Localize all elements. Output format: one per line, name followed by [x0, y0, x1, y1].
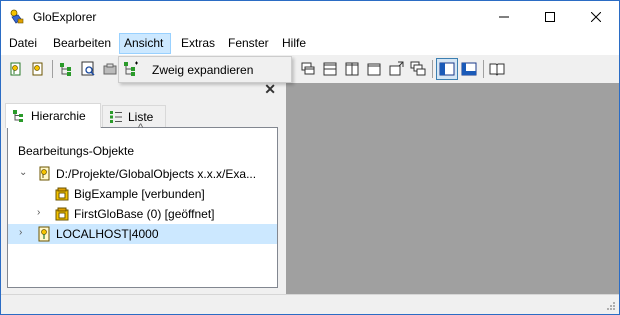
menu-datei[interactable]: Datei: [5, 33, 41, 54]
app-icon: [10, 9, 24, 24]
toolbar: [1, 55, 619, 83]
minimize-button[interactable]: [481, 1, 527, 33]
toolbar-separator: [432, 60, 433, 78]
toolbar-windows-button[interactable]: [407, 58, 429, 80]
sort-caret-icon: ^: [138, 122, 144, 134]
tree-node-label: LOCALHOST|4000: [56, 227, 159, 241]
chevron-right-icon[interactable]: ›: [37, 207, 40, 218]
list-icon: [110, 110, 122, 123]
cascade-icon: [301, 62, 315, 75]
database-icon: [55, 207, 69, 221]
tree-node-project[interactable]: ⌄ D:/Projekte/GlobalObjects x.x.x/Exa...: [8, 164, 277, 184]
minimize-icon: [499, 16, 509, 18]
book-icon: [489, 63, 505, 76]
tile-vertical-icon: [345, 62, 359, 76]
toolbar-show-bottom-panel-button[interactable]: [458, 58, 480, 80]
server-icon: [38, 226, 50, 242]
open-base-icon: [10, 62, 21, 76]
tree-node-label: BigExample [verbunden]: [74, 187, 205, 201]
menu-bearbeiten[interactable]: Bearbeiten: [49, 33, 115, 54]
database-icon: [55, 187, 69, 201]
new-window-icon: [367, 63, 381, 76]
toolbar-open-base-button[interactable]: [5, 58, 27, 80]
tab-hierarchie[interactable]: Hierarchie: [5, 103, 101, 128]
menu-bar: Datei Bearbeiten Ansicht Extras Fenster …: [1, 33, 619, 55]
menu-ansicht[interactable]: Ansicht: [119, 33, 171, 54]
window-title: GloExplorer: [33, 10, 97, 24]
panel-bottom-icon: [461, 62, 477, 76]
app-window: GloExplorer Datei Bearbeiten Ansicht Ext…: [0, 0, 620, 315]
close-base-icon: [32, 62, 43, 76]
panel-left-icon: [439, 62, 455, 76]
tools-icon: [103, 63, 117, 75]
tree-icon: [60, 63, 71, 76]
windows-icon: [410, 61, 426, 76]
close-icon: [591, 12, 601, 22]
toolbar-new-window-button[interactable]: [363, 58, 385, 80]
object-tree[interactable]: ^ Bearbeitungs-Objekte ⌄ D:/Projekte/Glo…: [7, 122, 278, 288]
tree-node-firstglobase[interactable]: › FirstGloBase (0) [geöffnet]: [8, 204, 277, 224]
menu-extras[interactable]: Extras: [177, 33, 219, 54]
hierarchy-icon: [13, 110, 23, 122]
mdi-client-area[interactable]: [286, 83, 619, 294]
expand-branch-icon: [124, 61, 138, 76]
toolbar-help-button[interactable]: [486, 58, 508, 80]
chevron-down-icon[interactable]: ⌄: [19, 167, 27, 178]
toolbar-preview-button[interactable]: [77, 58, 99, 80]
ansicht-dropdown-menu: Zweig expandieren: [118, 56, 292, 83]
close-button[interactable]: [573, 1, 619, 33]
toolbar-tile-vertical-button[interactable]: [341, 58, 363, 80]
tab-liste[interactable]: Liste: [102, 105, 166, 127]
tree-node-localhost[interactable]: › LOCALHOST|4000: [8, 224, 277, 244]
tree-node-bigexample[interactable]: BigExample [verbunden]: [8, 184, 277, 204]
chevron-right-icon[interactable]: ›: [19, 227, 22, 238]
project-file-icon: [39, 166, 50, 181]
toolbar-tile-horizontal-button[interactable]: [319, 58, 341, 80]
arrange-icons-icon: [389, 61, 404, 76]
panel-header: ✕: [1, 81, 284, 99]
tile-horizontal-icon: [323, 62, 337, 76]
maximize-button[interactable]: [527, 1, 573, 33]
toolbar-tree-button[interactable]: [55, 58, 77, 80]
toolbar-cascade-button[interactable]: [297, 58, 319, 80]
tab-hierarchie-label: Hierarchie: [31, 109, 86, 123]
tree-node-label: FirstGloBase (0) [geöffnet]: [74, 207, 215, 221]
toolbar-close-base-button[interactable]: [27, 58, 49, 80]
status-bar: [1, 294, 619, 314]
menu-fenster[interactable]: Fenster: [224, 33, 273, 54]
tree-node-label: D:/Projekte/GlobalObjects x.x.x/Exa...: [56, 167, 257, 181]
menu-item-zweig-expandieren[interactable]: Zweig expandieren: [152, 63, 253, 77]
toolbar-show-hierarchy-button[interactable]: [436, 58, 458, 80]
preview-icon: [81, 61, 95, 76]
tree-header: Bearbeitungs-Objekte: [18, 144, 135, 158]
hierarchy-panel: ✕ Hierarchie Liste ^ Bearbeitungs-Objekt…: [1, 81, 284, 294]
menu-hilfe[interactable]: Hilfe: [278, 33, 310, 54]
resize-grip-icon[interactable]: [606, 301, 616, 311]
toolbar-separator: [483, 60, 484, 78]
panel-close-icon[interactable]: ✕: [264, 81, 276, 98]
toolbar-arrange-icons-button[interactable]: [385, 58, 407, 80]
toolbar-separator: [52, 60, 53, 78]
title-bar[interactable]: GloExplorer: [1, 1, 619, 33]
maximize-icon: [545, 12, 555, 22]
